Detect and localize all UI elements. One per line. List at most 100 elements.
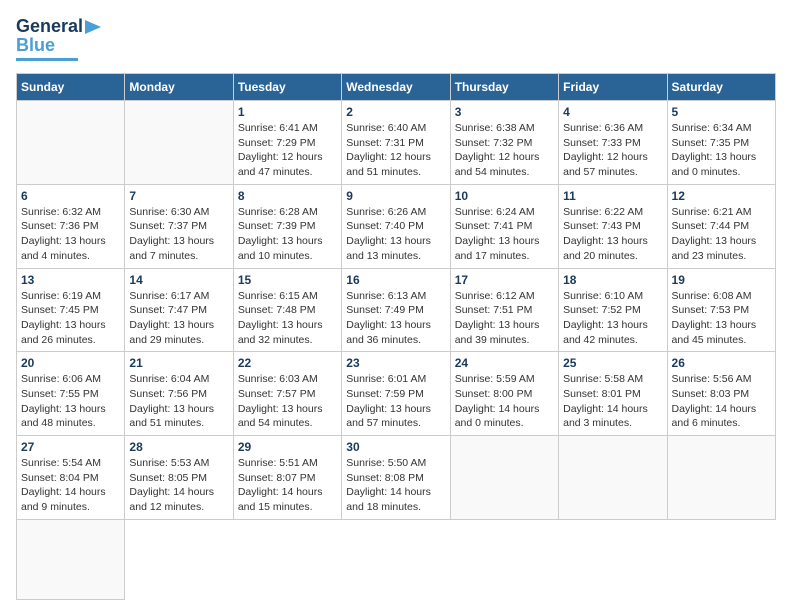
day-number: 11 — [563, 189, 662, 203]
weekday-header-tuesday: Tuesday — [233, 74, 341, 101]
day-number: 22 — [238, 356, 337, 370]
day-info: Sunrise: 6:28 AM Sunset: 7:39 PM Dayligh… — [238, 205, 337, 264]
logo-general-text: General — [16, 16, 83, 37]
day-number: 4 — [563, 105, 662, 119]
calendar-row: 13 Sunrise: 6:19 AM Sunset: 7:45 PM Dayli… — [17, 268, 776, 352]
calendar-day: 27Sunrise: 5:54 AM Sunset: 8:04 PM Dayli… — [17, 436, 125, 520]
calendar-day: 15 Sunrise: 6:15 AM Sunset: 7:48 PM Dayli… — [233, 268, 341, 352]
calendar-day: 25Sunrise: 5:58 AM Sunset: 8:01 PM Dayli… — [559, 352, 667, 436]
day-info: Sunrise: 6:26 AM Sunset: 7:40 PM Dayligh… — [346, 205, 445, 264]
day-number: 9 — [346, 189, 445, 203]
day-info: Sunrise: 5:59 AM Sunset: 8:00 PM Dayligh… — [455, 372, 554, 431]
day-info: Sunrise: 6:12 AM Sunset: 7:51 PM Dayligh… — [455, 289, 554, 348]
calendar-day: 29 Sunrise: 5:51 AM Sunset: 8:07 PM Dayli… — [233, 436, 341, 520]
calendar-row — [17, 519, 776, 599]
calendar-day: 20 Sunrise: 6:06 AM Sunset: 7:55 PM Dayli… — [17, 352, 125, 436]
calendar-day: 30 Sunrise: 5:50 AM Sunset: 8:08 PM Dayli… — [342, 436, 450, 520]
day-info: Sunrise: 6:22 AM Sunset: 7:43 PM Dayligh… — [563, 205, 662, 264]
day-info: Sunrise: 6:34 AM Sunset: 7:35 PM Dayligh… — [672, 121, 771, 180]
day-info: Sunrise: 6:10 AM Sunset: 7:52 PM Dayligh… — [563, 289, 662, 348]
day-info: Sunrise: 6:30 AM Sunset: 7:37 PM Dayligh… — [129, 205, 228, 264]
calendar-day: 19 Sunrise: 6:08 AM Sunset: 7:53 PM Dayli… — [667, 268, 775, 352]
calendar-day — [17, 519, 125, 599]
calendar-day: 12 Sunrise: 6:21 AM Sunset: 7:44 PM Dayli… — [667, 184, 775, 268]
day-number: 17 — [455, 273, 554, 287]
day-info: Sunrise: 6:08 AM Sunset: 7:53 PM Dayligh… — [672, 289, 771, 348]
day-number: 3 — [455, 105, 554, 119]
day-number: 13 — [21, 273, 120, 287]
day-number: 19 — [672, 273, 771, 287]
day-info: Sunrise: 6:19 AM Sunset: 7:45 PM Dayligh… — [21, 289, 120, 348]
calendar-day: 16Sunrise: 6:13 AM Sunset: 7:49 PM Dayli… — [342, 268, 450, 352]
calendar-day: 13 Sunrise: 6:19 AM Sunset: 7:45 PM Dayli… — [17, 268, 125, 352]
calendar-row: 27Sunrise: 5:54 AM Sunset: 8:04 PM Dayli… — [17, 436, 776, 520]
calendar-day: 4 Sunrise: 6:36 AM Sunset: 7:33 PM Daylig… — [559, 101, 667, 185]
day-info: Sunrise: 6:01 AM Sunset: 7:59 PM Dayligh… — [346, 372, 445, 431]
day-number: 21 — [129, 356, 228, 370]
day-number: 30 — [346, 440, 445, 454]
calendar-day: 22 Sunrise: 6:03 AM Sunset: 7:57 PM Dayli… — [233, 352, 341, 436]
day-info: Sunrise: 5:50 AM Sunset: 8:08 PM Dayligh… — [346, 456, 445, 515]
day-number: 6 — [21, 189, 120, 203]
day-number: 29 — [238, 440, 337, 454]
day-number: 28 — [129, 440, 228, 454]
weekday-header-wednesday: Wednesday — [342, 74, 450, 101]
calendar-table: SundayMondayTuesdayWednesdayThursdayFrid… — [16, 73, 776, 600]
day-number: 26 — [672, 356, 771, 370]
calendar-row: 20 Sunrise: 6:06 AM Sunset: 7:55 PM Dayli… — [17, 352, 776, 436]
logo: General Blue — [16, 16, 101, 61]
calendar-day: 8 Sunrise: 6:28 AM Sunset: 7:39 PM Daylig… — [233, 184, 341, 268]
day-info: Sunrise: 6:32 AM Sunset: 7:36 PM Dayligh… — [21, 205, 120, 264]
day-info: Sunrise: 6:21 AM Sunset: 7:44 PM Dayligh… — [672, 205, 771, 264]
calendar-day: 17 Sunrise: 6:12 AM Sunset: 7:51 PM Dayli… — [450, 268, 558, 352]
calendar-day: 14Sunrise: 6:17 AM Sunset: 7:47 PM Dayli… — [125, 268, 233, 352]
calendar-day: 23 Sunrise: 6:01 AM Sunset: 7:59 PM Dayli… — [342, 352, 450, 436]
weekday-header-sunday: Sunday — [17, 74, 125, 101]
weekday-header-monday: Monday — [125, 74, 233, 101]
page-header: General Blue — [16, 16, 776, 61]
day-info: Sunrise: 6:38 AM Sunset: 7:32 PM Dayligh… — [455, 121, 554, 180]
day-info: Sunrise: 6:36 AM Sunset: 7:33 PM Dayligh… — [563, 121, 662, 180]
weekday-header-friday: Friday — [559, 74, 667, 101]
day-info: Sunrise: 6:06 AM Sunset: 7:55 PM Dayligh… — [21, 372, 120, 431]
day-number: 15 — [238, 273, 337, 287]
day-info: Sunrise: 5:51 AM Sunset: 8:07 PM Dayligh… — [238, 456, 337, 515]
day-number: 10 — [455, 189, 554, 203]
calendar-day: 3 Sunrise: 6:38 AM Sunset: 7:32 PM Daylig… — [450, 101, 558, 185]
day-number: 24 — [455, 356, 554, 370]
logo-arrow-icon — [85, 20, 101, 34]
calendar-day — [559, 436, 667, 520]
day-number: 7 — [129, 189, 228, 203]
calendar-day — [125, 101, 233, 185]
day-number: 20 — [21, 356, 120, 370]
day-info: Sunrise: 6:24 AM Sunset: 7:41 PM Dayligh… — [455, 205, 554, 264]
day-number: 25 — [563, 356, 662, 370]
day-number: 8 — [238, 189, 337, 203]
calendar-day: 6 Sunrise: 6:32 AM Sunset: 7:36 PM Daylig… — [17, 184, 125, 268]
day-info: Sunrise: 6:15 AM Sunset: 7:48 PM Dayligh… — [238, 289, 337, 348]
calendar-day — [17, 101, 125, 185]
day-number: 12 — [672, 189, 771, 203]
calendar-day: 28 Sunrise: 5:53 AM Sunset: 8:05 PM Dayli… — [125, 436, 233, 520]
day-number: 23 — [346, 356, 445, 370]
day-info: Sunrise: 6:03 AM Sunset: 7:57 PM Dayligh… — [238, 372, 337, 431]
day-info: Sunrise: 5:53 AM Sunset: 8:05 PM Dayligh… — [129, 456, 228, 515]
logo-blue-text: Blue — [16, 35, 55, 55]
calendar-row: 1Sunrise: 6:41 AM Sunset: 7:29 PM Daylig… — [17, 101, 776, 185]
calendar-day: 21Sunrise: 6:04 AM Sunset: 7:56 PM Dayli… — [125, 352, 233, 436]
calendar-day: 1Sunrise: 6:41 AM Sunset: 7:29 PM Daylig… — [233, 101, 341, 185]
calendar-day: 11 Sunrise: 6:22 AM Sunset: 7:43 PM Dayli… — [559, 184, 667, 268]
calendar-day — [667, 436, 775, 520]
logo-underline — [16, 58, 78, 61]
day-number: 18 — [563, 273, 662, 287]
weekday-header-row: SundayMondayTuesdayWednesdayThursdayFrid… — [17, 74, 776, 101]
day-info: Sunrise: 5:56 AM Sunset: 8:03 PM Dayligh… — [672, 372, 771, 431]
weekday-header-thursday: Thursday — [450, 74, 558, 101]
calendar-day: 5Sunrise: 6:34 AM Sunset: 7:35 PM Daylig… — [667, 101, 775, 185]
day-number: 16 — [346, 273, 445, 287]
day-info: Sunrise: 6:40 AM Sunset: 7:31 PM Dayligh… — [346, 121, 445, 180]
day-number: 2 — [346, 105, 445, 119]
day-info: Sunrise: 6:17 AM Sunset: 7:47 PM Dayligh… — [129, 289, 228, 348]
calendar-day: 24 Sunrise: 5:59 AM Sunset: 8:00 PM Dayli… — [450, 352, 558, 436]
day-number: 27 — [21, 440, 120, 454]
